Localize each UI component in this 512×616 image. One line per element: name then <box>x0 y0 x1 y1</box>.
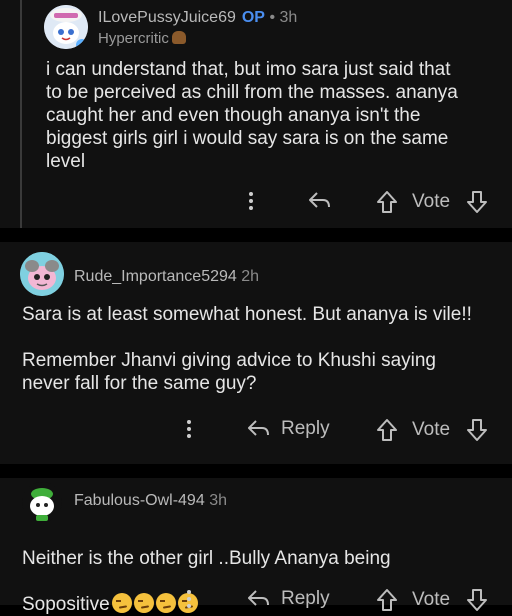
downvote-button[interactable] <box>466 418 488 442</box>
comment-card: Fabulous-Owl-494 3h Neither is the other… <box>0 478 512 615</box>
avatar[interactable] <box>44 5 88 49</box>
thread-line[interactable] <box>20 0 22 228</box>
user-flair: Hypercritic <box>98 30 186 47</box>
more-options-icon[interactable] <box>249 192 253 213</box>
username-line: Rude_Importance5294 2h <box>74 268 259 286</box>
upvote-button[interactable] <box>376 190 398 214</box>
upvote-button[interactable] <box>376 418 398 442</box>
snoo-avatar-icon <box>30 488 54 521</box>
username[interactable]: Fabulous-Owl-494 <box>74 492 205 509</box>
reply-label: Reply <box>281 588 330 609</box>
upvote-arrow-icon <box>377 191 397 213</box>
downvote-arrow-icon <box>467 589 487 611</box>
downvote-button[interactable] <box>466 588 488 612</box>
poop-emoji-icon <box>171 31 186 44</box>
reply-label: Reply <box>281 418 330 439</box>
avatar[interactable] <box>20 252 64 296</box>
username[interactable]: ILovePussyJuice69 <box>98 9 236 26</box>
separator <box>0 228 512 242</box>
username-line: ILovePussyJuice69 OP • 3h <box>98 9 297 27</box>
vote-label: Vote <box>412 589 451 610</box>
reply-arrow-icon <box>248 590 269 606</box>
vote-label: Vote <box>412 419 451 440</box>
smirk-emoji-icon <box>111 593 132 613</box>
reply-arrow-icon <box>248 420 269 436</box>
username[interactable]: Rude_Importance5294 <box>74 268 237 285</box>
timestamp: 3h <box>209 492 227 509</box>
timestamp: 3h <box>279 9 298 26</box>
comment-body-line: Neither is the other girl ..Bully Ananya… <box>22 548 391 569</box>
comment-card: ILovePussyJuice69 OP • 3h Hypercritic i c… <box>0 0 512 228</box>
vote-label: Vote <box>412 191 451 212</box>
comment-body: i can understand that, but imo sara just… <box>46 59 458 172</box>
avatar[interactable] <box>22 482 62 522</box>
more-options-icon[interactable] <box>187 590 191 611</box>
downvote-arrow-icon <box>467 419 487 441</box>
timestamp: 2h <box>241 268 260 285</box>
downvote-button[interactable] <box>466 190 488 214</box>
reply-button[interactable]: Reply <box>247 588 330 610</box>
smirk-emoji-icon <box>133 593 154 613</box>
reply-button[interactable] <box>308 190 332 212</box>
reply-button[interactable]: Reply <box>247 418 330 440</box>
more-options-icon[interactable] <box>187 420 191 441</box>
comment-card: Rude_Importance5294 2h Sara is at least … <box>0 242 512 464</box>
upvote-arrow-icon <box>377 589 397 611</box>
meta-separator: • <box>269 9 276 26</box>
upvote-button[interactable] <box>376 588 398 612</box>
downvote-arrow-icon <box>467 191 487 213</box>
username-line: Fabulous-Owl-494 3h <box>74 492 227 510</box>
smirk-emoji-icon <box>155 593 176 613</box>
flair-text: Hypercritic <box>98 30 169 47</box>
snoo-avatar-icon <box>20 252 64 296</box>
separator <box>0 464 512 478</box>
comment-body: Sara is at least somewhat honest. But an… <box>22 304 472 394</box>
reply-arrow-icon <box>309 192 330 208</box>
upvote-arrow-icon <box>377 419 397 441</box>
snoo-avatar-icon <box>44 5 88 49</box>
op-badge: OP <box>241 9 265 26</box>
